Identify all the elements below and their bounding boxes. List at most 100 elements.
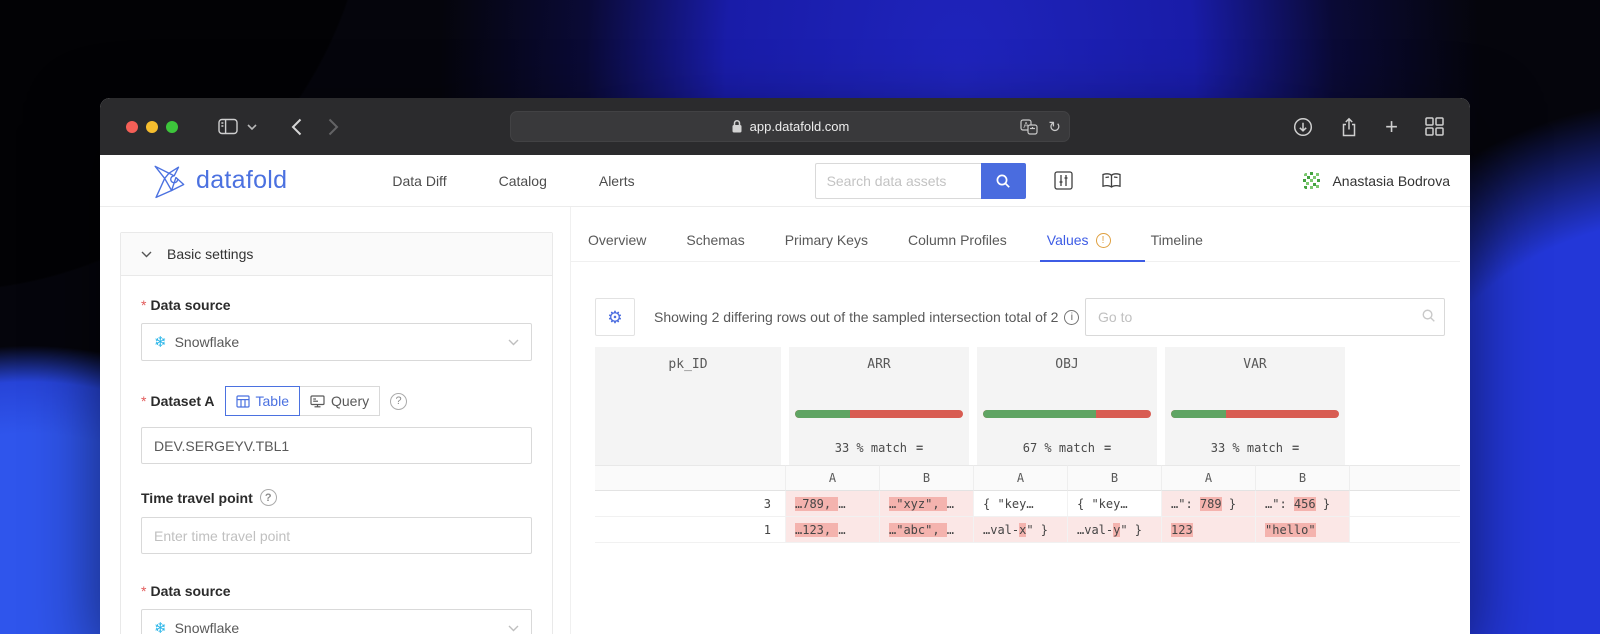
equals-icon[interactable]: = — [1104, 441, 1111, 455]
equals-icon[interactable]: = — [1292, 441, 1299, 455]
sidebar-chevron-down-icon[interactable] — [247, 123, 257, 130]
diff-cell-var-b: …": 456 } — [1255, 491, 1349, 517]
sidebar-toggle-icon[interactable] — [218, 118, 238, 135]
goto-search-icon — [1421, 308, 1436, 328]
tab-overview[interactable]: Overview — [588, 232, 646, 261]
diff-cell-obj-b: { "key… — [1067, 491, 1161, 517]
dataset-a-input[interactable] — [141, 427, 532, 464]
match-bar-obj — [983, 410, 1151, 418]
gear-icon: ⚙ — [607, 307, 623, 327]
minimize-window-button[interactable] — [146, 120, 158, 133]
column-header-pk: pk_ID — [595, 347, 781, 465]
tab-values[interactable]: Values ! — [1039, 232, 1145, 262]
subheader-b: B — [1067, 465, 1161, 491]
collapse-chevron-icon — [141, 251, 152, 257]
subheader-a: A — [973, 465, 1067, 491]
time-travel-input[interactable] — [141, 517, 532, 554]
forward-button[interactable] — [328, 118, 339, 136]
avatar — [1301, 170, 1323, 191]
diff-cell-var-a: …": 789 } — [1161, 491, 1255, 517]
tab-timeline[interactable]: Timeline — [1151, 232, 1203, 261]
search-icon — [996, 174, 1010, 188]
data-source-a-value: Snowflake — [174, 334, 240, 350]
info-icon[interactable]: i — [1064, 309, 1080, 325]
nav-item-catalog[interactable]: Catalog — [499, 173, 547, 189]
brand-wordmark: datafold — [196, 166, 288, 194]
traffic-lights — [126, 120, 178, 133]
query-icon — [310, 394, 325, 407]
tab-primary-keys[interactable]: Primary Keys — [785, 232, 868, 261]
data-source-a-label: * Data source — [141, 297, 231, 313]
table-row: 1 …123, … …"abc", … …val-x " } …val-y " } … — [595, 517, 1460, 543]
table-settings-button[interactable]: ⚙ — [595, 298, 635, 336]
diff-cell-obj-b: …val-y " } — [1067, 517, 1161, 543]
downloads-icon[interactable] — [1293, 117, 1313, 137]
snowflake-icon: ❄ — [154, 334, 167, 351]
docs-book-icon[interactable] — [1101, 172, 1122, 189]
values-toolbar: ⚙ Showing 2 differing rows out of the sa… — [595, 298, 1445, 336]
zoom-window-button[interactable] — [166, 120, 178, 133]
reload-icon[interactable]: ↻ — [1048, 118, 1061, 136]
table-row: 3 …789, … …"xyz", … { "key… { "key… …": … — [595, 491, 1460, 517]
pk-value: 3 — [595, 491, 785, 517]
match-bar-arr — [795, 410, 963, 418]
values-diff-table: pk_ID ARR 33 % match= OBJ 67 % match= — [595, 347, 1460, 543]
basic-settings-title: Basic settings — [167, 246, 254, 262]
browser-window: app.datafold.com A ↻ + datafold Data Dif… — [100, 98, 1470, 634]
data-source-b-label: * Data source — [141, 583, 231, 599]
time-travel-label: Time travel point ? — [141, 489, 532, 506]
search-input[interactable] — [814, 162, 981, 199]
diff-cell-var-a: 123 — [1161, 517, 1255, 543]
filters-icon[interactable] — [1053, 171, 1073, 190]
subheader-b: B — [879, 465, 973, 491]
goto-input[interactable] — [1085, 298, 1445, 336]
time-travel-help-icon[interactable]: ? — [259, 489, 277, 506]
column-header-arr: ARR 33 % match = — [789, 347, 969, 465]
diff-cell-arr-a: …123, … — [785, 517, 879, 543]
nav-item-alerts[interactable]: Alerts — [599, 173, 635, 189]
basic-settings-header[interactable]: Basic settings — [121, 233, 552, 276]
lock-icon — [731, 119, 743, 134]
equals-icon[interactable]: = — [916, 441, 923, 455]
required-asterisk: * — [141, 393, 147, 409]
diff-summary: Showing 2 differing rows out of the samp… — [654, 309, 1080, 325]
warning-icon: ! — [1095, 232, 1111, 248]
tab-column-profiles[interactable]: Column Profiles — [908, 232, 1007, 261]
snowflake-icon: ❄ — [154, 620, 167, 634]
tab-overview-icon[interactable] — [1425, 117, 1444, 136]
match-bar-var — [1171, 410, 1339, 418]
desktop-wallpaper: app.datafold.com A ↻ + datafold Data Dif… — [0, 0, 1600, 634]
match-label: 33 % match — [834, 441, 907, 455]
new-tab-icon[interactable]: + — [1385, 115, 1398, 138]
required-asterisk: * — [141, 583, 147, 599]
tab-schemas[interactable]: Schemas — [686, 232, 744, 261]
diff-cell-arr-a: …789, … — [785, 491, 879, 517]
dataset-a-help-icon[interactable]: ? — [390, 392, 408, 410]
diff-cell-obj-a: …val-x " } — [973, 517, 1067, 543]
match-label: 33 % match — [1210, 441, 1283, 455]
table-subheader: A B A B A B — [595, 465, 1460, 491]
pk-value: 1 — [595, 517, 785, 543]
data-source-b-select[interactable]: ❄ Snowflake — [141, 609, 532, 634]
data-source-a-select[interactable]: ❄ Snowflake — [141, 323, 532, 361]
datafold-logo[interactable]: datafold — [150, 163, 287, 199]
address-bar[interactable]: app.datafold.com A ↻ — [510, 111, 1070, 142]
table-icon — [235, 394, 250, 408]
nav-item-data-diff[interactable]: Data Diff — [392, 173, 446, 189]
dataset-a-query-button[interactable]: Query — [298, 386, 381, 416]
close-window-button[interactable] — [126, 120, 138, 133]
search-button[interactable] — [980, 162, 1026, 199]
user-menu[interactable]: Anastasia Bodrova — [1301, 170, 1450, 192]
nav-links: Data Diff Catalog Alerts — [392, 173, 634, 189]
match-label: 67 % match — [1022, 441, 1095, 455]
dataset-a-table-button[interactable]: Table — [224, 386, 300, 416]
app-navbar: datafold Data Diff Catalog Alerts Search… — [100, 155, 1470, 207]
translate-icon[interactable]: A — [1020, 118, 1039, 135]
back-button[interactable] — [291, 118, 302, 136]
diff-cell-obj-a: { "key… — [973, 491, 1067, 517]
select-chevron-down-icon — [508, 625, 519, 632]
dataset-a-label: * Dataset A — [141, 393, 215, 409]
share-icon[interactable] — [1340, 117, 1358, 137]
dataset-a-mode-toggle: Table Query — [224, 386, 381, 416]
diff-cell-arr-b: …"abc", … — [879, 517, 973, 543]
